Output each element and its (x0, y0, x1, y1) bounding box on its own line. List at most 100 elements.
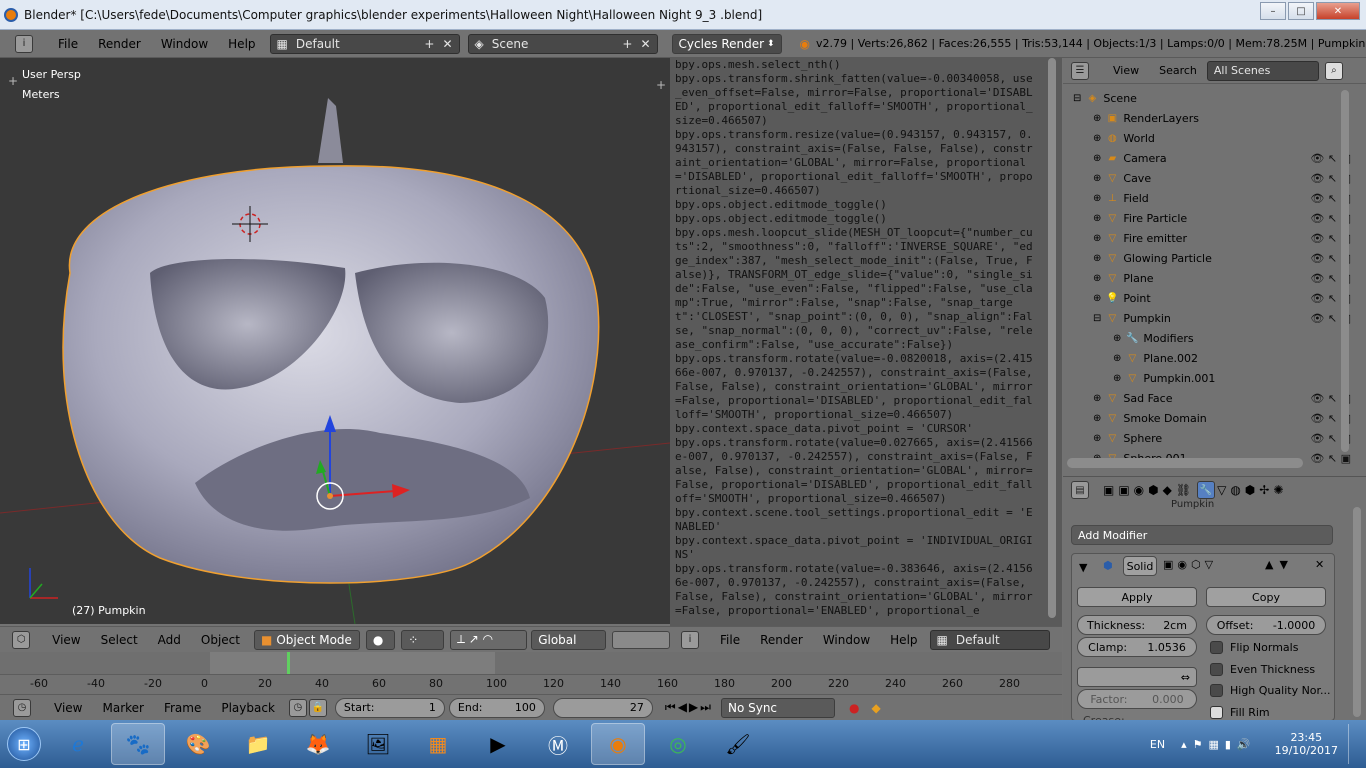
modifier-tab-wrench-icon[interactable]: 🔧 (1197, 481, 1216, 499)
remove-layout-icon[interactable]: ✕ (442, 37, 452, 51)
copy-button[interactable]: Copy (1206, 587, 1326, 607)
expand-toggle-icon[interactable]: ⊕ (1093, 193, 1101, 204)
expand-toggle-icon[interactable]: ⊕ (1113, 373, 1121, 384)
menu-select[interactable]: Select (91, 633, 148, 647)
language-indicator[interactable]: EN (1150, 738, 1165, 751)
outliner-item[interactable]: ⊟ ▽ Pumpkin 👁 ↖ ▣ (1063, 308, 1353, 328)
outliner-item[interactable]: ⊕ ▽ Plane.002 (1063, 348, 1353, 368)
menu-view[interactable]: View (1103, 64, 1149, 77)
file-explorer-icon[interactable]: 📁 (231, 723, 285, 765)
tray-icons[interactable]: ▴⚑▦▮🔊 (1181, 738, 1257, 751)
remove-modifier-icon[interactable]: ✕ (1315, 558, 1324, 571)
log-scrollbar[interactable] (1048, 58, 1056, 618)
clamp-field[interactable]: Clamp: 1.0536 (1077, 637, 1197, 657)
properties-editor-icon[interactable]: ▤ (1071, 481, 1089, 499)
outliner-item[interactable]: ⊕ ▽ Fire emitter 👁 ↖ ▣ (1063, 228, 1353, 248)
lock-icon[interactable]: 🔒 (308, 698, 327, 717)
render-engine-select[interactable]: Cycles Render ⬍ (671, 33, 782, 54)
blender-taskbar-icon[interactable]: ◉ (591, 723, 645, 765)
end-frame-field[interactable]: End: 100 (448, 697, 545, 718)
manipulator-buttons[interactable]: ⟂ ↗ ◠ (449, 629, 528, 650)
minimize-button[interactable]: – (1260, 2, 1286, 20)
menu-file[interactable]: File (48, 37, 88, 51)
outliner-item[interactable]: ⊕ ▽ Cave 👁 ↖ ▣ (1063, 168, 1353, 188)
outliner-item[interactable]: ⊕ ⊥ Field 👁 ↖ ▣ (1063, 188, 1353, 208)
current-frame-indicator[interactable] (286, 652, 290, 674)
editor-type-button[interactable]: i (0, 34, 48, 53)
menu-playback[interactable]: Playback (211, 701, 285, 715)
layout-selector[interactable]: ▦ Default + ✕ (269, 33, 460, 54)
viewport-canvas[interactable] (0, 58, 670, 624)
expand-toggle-icon[interactable]: ⊟ (1073, 93, 1081, 104)
3d-viewport[interactable]: User Persp Meters (27) Pumpkin + + (0, 58, 670, 624)
vertex-group-field[interactable]: ⇔ (1077, 667, 1197, 687)
outliner-item[interactable]: ⊕ ▰ Camera 👁 ↖ ▣ (1063, 148, 1353, 168)
info-log-panel[interactable]: bpy.ops.mesh.select_nth() bpy.ops.transf… (670, 58, 1062, 626)
expand-toggle-icon[interactable]: ⊕ (1093, 153, 1101, 164)
shading-select[interactable]: ● (365, 629, 396, 650)
menu-frame[interactable]: Frame (154, 701, 211, 715)
restriction-toggles[interactable]: 👁 ↖ ▣ (1310, 452, 1351, 465)
outliner-item[interactable]: ⊕ 🔧 Modifiers (1063, 328, 1353, 348)
chrome-icon[interactable]: ◎ (651, 723, 705, 765)
expand-toggle-icon[interactable]: ⊕ (1093, 393, 1101, 404)
layout-selector[interactable]: ▦ Default (929, 629, 1050, 650)
pivot-select[interactable]: ⁘ (401, 629, 444, 650)
expand-toggle-icon[interactable]: ⊕ (1093, 433, 1101, 444)
expand-toggle-icon[interactable]: ⊕ (1093, 173, 1101, 184)
menu-render[interactable]: Render (750, 633, 813, 647)
modifier-visibility-icons[interactable]: ▣◉⬡▽ (1163, 558, 1217, 571)
factor-field[interactable]: Factor: 0.000 (1077, 689, 1197, 709)
high-quality-normals-checkbox[interactable] (1210, 684, 1223, 697)
swap-icon[interactable]: ⇔ (1181, 671, 1190, 684)
menu-search[interactable]: Search (1149, 64, 1207, 77)
photo-gallery-icon[interactable]: 🖼 (351, 723, 405, 765)
timeline-ruler[interactable]: -60 -40 -20 0 20 40 60 80 100 120 140 160 180 200 220 2… (0, 674, 1062, 694)
scene-selector[interactable]: ◈ Scene + ✕ (467, 33, 658, 54)
maximize-button[interactable]: □ (1288, 2, 1314, 20)
close-button[interactable]: ✕ (1316, 2, 1360, 20)
even-thickness-checkbox[interactable] (1210, 663, 1223, 676)
modifier-name-field[interactable]: Solid (1123, 556, 1157, 576)
context-tabs-icon[interactable]: ▣▣◉⬢◆⛓ (1103, 483, 1195, 497)
display-mode-select[interactable]: All Scenes (1206, 60, 1319, 81)
outliner-h-scrollbar[interactable] (1067, 458, 1303, 468)
playback-controls-icon[interactable]: ⏮◀▶⏭ (665, 700, 713, 715)
start-frame-field[interactable]: Start: 1 (334, 697, 445, 718)
menu-window[interactable]: Window (151, 37, 218, 51)
more-tabs-icon[interactable]: ▽◍⬢✢✺ (1217, 483, 1287, 497)
layer-buttons[interactable] (612, 630, 671, 649)
remove-scene-icon[interactable]: ✕ (640, 37, 650, 51)
expand-toggle-icon[interactable]: ⊕ (1093, 213, 1101, 224)
pattern-app-icon[interactable]: ▦ (411, 723, 465, 765)
outliner-item[interactable]: ⊕ 💡 Point 👁 ↖ ▣ (1063, 288, 1353, 308)
gimp-icon[interactable]: 🐾 (111, 723, 165, 765)
outliner-item[interactable]: ⊕ ▽ Smoke Domain 👁 ↖ ▣ (1063, 408, 1353, 428)
expand-toggle-icon[interactable]: ⊕ (1113, 353, 1121, 364)
record-icon[interactable]: ● (849, 701, 859, 715)
menu-object[interactable]: Object (191, 633, 250, 647)
editor-type-button[interactable]: i (670, 630, 710, 649)
orientation-select[interactable]: Global (531, 629, 607, 650)
expand-toggle-icon[interactable]: ⊕ (1093, 293, 1101, 304)
expand-toggle-icon[interactable]: ⊕ (1093, 273, 1101, 284)
menu-window[interactable]: Window (813, 633, 880, 647)
outliner-item[interactable]: ⊕ ▣ RenderLayers (1063, 108, 1353, 128)
expand-toggle-icon[interactable]: ⊕ (1093, 413, 1101, 424)
add-scene-icon[interactable]: + (622, 37, 632, 51)
collapse-icon[interactable]: ▼ (1079, 561, 1087, 574)
outliner-item[interactable]: ⊕ ▽ Sphere 👁 ↖ ▣ (1063, 428, 1353, 448)
outliner-item[interactable]: ⊕ ▽ Fire Particle 👁 ↖ ▣ (1063, 208, 1353, 228)
expand-toggle-icon[interactable]: ⊕ (1093, 233, 1101, 244)
menu-render[interactable]: Render (88, 37, 151, 51)
menu-marker[interactable]: Marker (92, 701, 153, 715)
paint-icon[interactable]: 🖌 (711, 723, 765, 765)
properties-toggle-icon[interactable]: + (656, 78, 666, 92)
menu-add[interactable]: Add (148, 633, 191, 647)
menu-file[interactable]: File (710, 633, 750, 647)
expand-toggle-icon[interactable]: ⊕ (1093, 133, 1101, 144)
outliner-item[interactable]: ⊕ ▽ Plane 👁 ↖ ▣ (1063, 268, 1353, 288)
outliner-item[interactable]: ⊕ ▽ Sad Face 👁 ↖ ▣ (1063, 388, 1353, 408)
expand-toggle-icon[interactable]: ⊟ (1093, 313, 1101, 324)
expand-toggle-icon[interactable]: ⊕ (1113, 333, 1121, 344)
